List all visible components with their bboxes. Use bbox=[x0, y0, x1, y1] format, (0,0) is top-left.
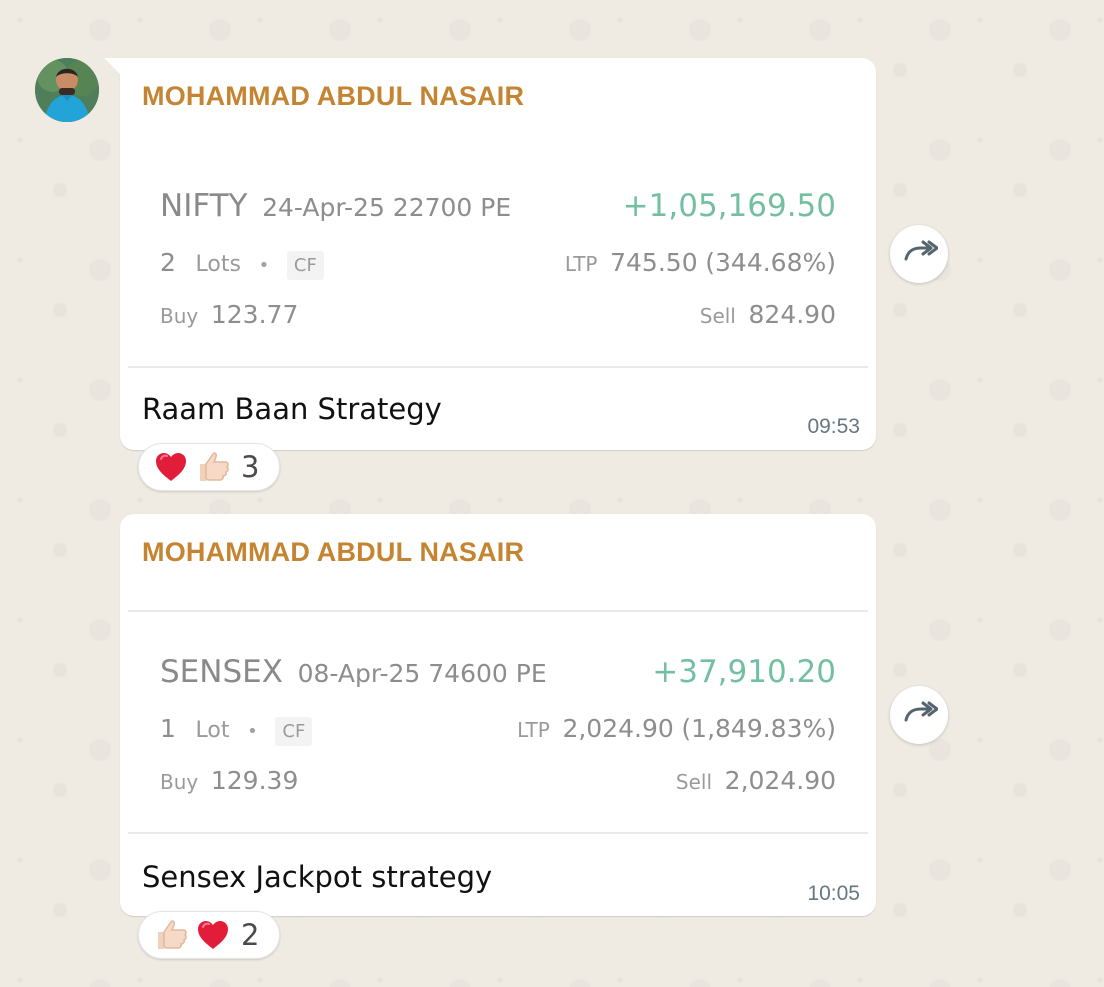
lots-label: Lots bbox=[195, 252, 241, 277]
ltp-change: (344.68%) bbox=[705, 248, 836, 277]
sender-name[interactable]: MOHAMMAD ABDUL NASAIR bbox=[142, 537, 524, 568]
sender-avatar[interactable] bbox=[35, 58, 99, 122]
trade-pnl: +37,910.20 bbox=[652, 654, 836, 690]
trade-ltp-row: 1 Lot • CF LTP 2,024.90 (1,849.83%) bbox=[160, 714, 836, 746]
reaction-pill[interactable]: 2 bbox=[138, 911, 280, 959]
trade-ltp-row: 2 Lots • CF LTP 745.50 (344.68%) bbox=[160, 248, 836, 280]
buy-value: 129.39 bbox=[210, 766, 299, 795]
reaction-pill[interactable]: 3 bbox=[138, 443, 280, 491]
trade-pnl: +1,05,169.50 bbox=[622, 188, 836, 224]
heart-icon bbox=[195, 919, 231, 951]
ltp-label: LTP bbox=[517, 718, 550, 742]
forward-icon bbox=[900, 238, 939, 271]
message-bubble[interactable]: MOHAMMAD ABDUL NASAIR SENSEX 08-Apr-25 7… bbox=[120, 514, 876, 916]
forward-icon bbox=[900, 699, 939, 732]
sell-value: 824.90 bbox=[748, 300, 836, 329]
buy-label: Buy bbox=[160, 770, 199, 794]
trade-price-row: Buy 129.39 Sell 2,024.90 bbox=[160, 766, 836, 795]
trade-contract: 24-Apr-25 22700 PE bbox=[262, 193, 512, 222]
sell-label: Sell bbox=[675, 770, 713, 794]
trade-symbol: NIFTY bbox=[160, 188, 248, 224]
trade-card[interactable]: SENSEX 08-Apr-25 74600 PE +37,910.20 1 L… bbox=[128, 612, 868, 832]
ltp-label: LTP bbox=[564, 252, 598, 276]
lots-count: 1 bbox=[160, 714, 176, 743]
buy-value: 123.77 bbox=[210, 300, 299, 329]
message-bubble[interactable]: MOHAMMAD ABDUL NASAIR NIFTY 24-Apr-25 22… bbox=[104, 58, 876, 450]
reaction-count: 3 bbox=[241, 450, 260, 484]
message-time: 10:05 bbox=[807, 882, 860, 905]
forward-button[interactable] bbox=[890, 686, 948, 744]
carry-forward-badge: CF bbox=[275, 717, 313, 746]
reaction-count: 2 bbox=[241, 918, 260, 952]
sender-name[interactable]: MOHAMMAD ABDUL NASAIR bbox=[142, 81, 524, 112]
separator-dot: • bbox=[247, 721, 258, 742]
buy-label: Buy bbox=[160, 304, 199, 328]
thumbs-up-icon bbox=[195, 449, 231, 485]
lots-count: 2 bbox=[160, 248, 176, 277]
card-bottom-divider bbox=[128, 832, 868, 834]
message-time: 09:53 bbox=[807, 415, 860, 438]
thumbs-up-icon bbox=[153, 917, 189, 953]
trade-title-row: NIFTY 24-Apr-25 22700 PE +1,05,169.50 bbox=[160, 188, 836, 224]
trade-card[interactable]: NIFTY 24-Apr-25 22700 PE +1,05,169.50 2 … bbox=[128, 146, 868, 368]
separator-dot: • bbox=[258, 255, 270, 276]
trade-price-row: Buy 123.77 Sell 824.90 bbox=[160, 300, 836, 329]
ltp-value: 745.50 bbox=[610, 248, 698, 277]
message-caption: Sensex Jackpot strategy bbox=[142, 860, 493, 894]
lots-label: Lot bbox=[195, 718, 230, 743]
sell-label: Sell bbox=[699, 304, 736, 328]
ltp-change: (1,849.83%) bbox=[681, 714, 836, 743]
heart-icon bbox=[153, 451, 189, 483]
sell-value: 2,024.90 bbox=[724, 766, 836, 795]
card-bottom-divider bbox=[128, 366, 868, 368]
message-caption: Raam Baan Strategy bbox=[142, 392, 442, 426]
forward-button[interactable] bbox=[890, 225, 948, 283]
ltp-value: 2,024.90 bbox=[562, 714, 674, 743]
carry-forward-badge: CF bbox=[286, 251, 324, 280]
trade-symbol: SENSEX bbox=[160, 654, 283, 690]
trade-title-row: SENSEX 08-Apr-25 74600 PE +37,910.20 bbox=[160, 654, 836, 690]
trade-contract: 08-Apr-25 74600 PE bbox=[297, 659, 547, 688]
